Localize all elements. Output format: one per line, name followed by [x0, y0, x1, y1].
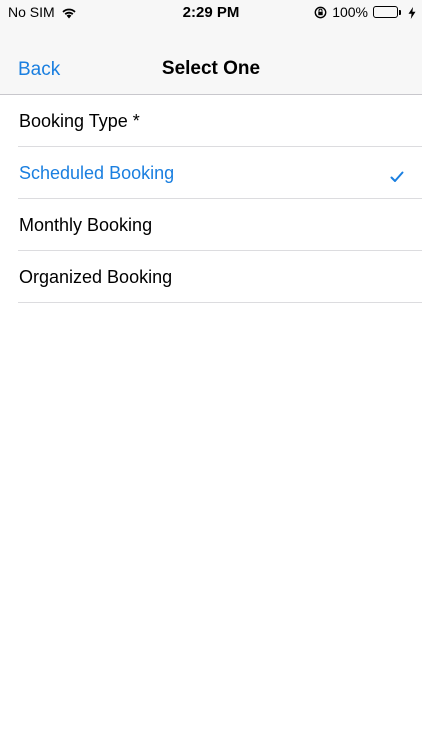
status-right: 100%	[314, 4, 416, 20]
option-organized-booking[interactable]: Organized Booking	[0, 251, 422, 303]
rotation-lock-icon	[314, 6, 327, 19]
option-label: Organized Booking	[19, 266, 173, 287]
status-bar: No SIM 2:29 PM 100%	[0, 0, 422, 26]
list-header-label: Booking Type *	[19, 110, 140, 131]
battery-icon	[373, 6, 401, 18]
page-title: Select One	[161, 58, 261, 79]
navigation-bar: Back Select One	[0, 26, 422, 95]
battery-percent: 100%	[332, 4, 368, 20]
option-list: Booking Type * Scheduled Booking Monthly…	[0, 95, 422, 303]
option-monthly-booking[interactable]: Monthly Booking	[0, 199, 422, 251]
checkmark-icon	[390, 167, 404, 182]
option-scheduled-booking[interactable]: Scheduled Booking	[0, 147, 422, 199]
list-header: Booking Type *	[0, 95, 422, 147]
charging-bolt-icon	[408, 6, 416, 19]
option-label: Scheduled Booking	[19, 162, 175, 183]
option-label: Monthly Booking	[19, 214, 153, 235]
